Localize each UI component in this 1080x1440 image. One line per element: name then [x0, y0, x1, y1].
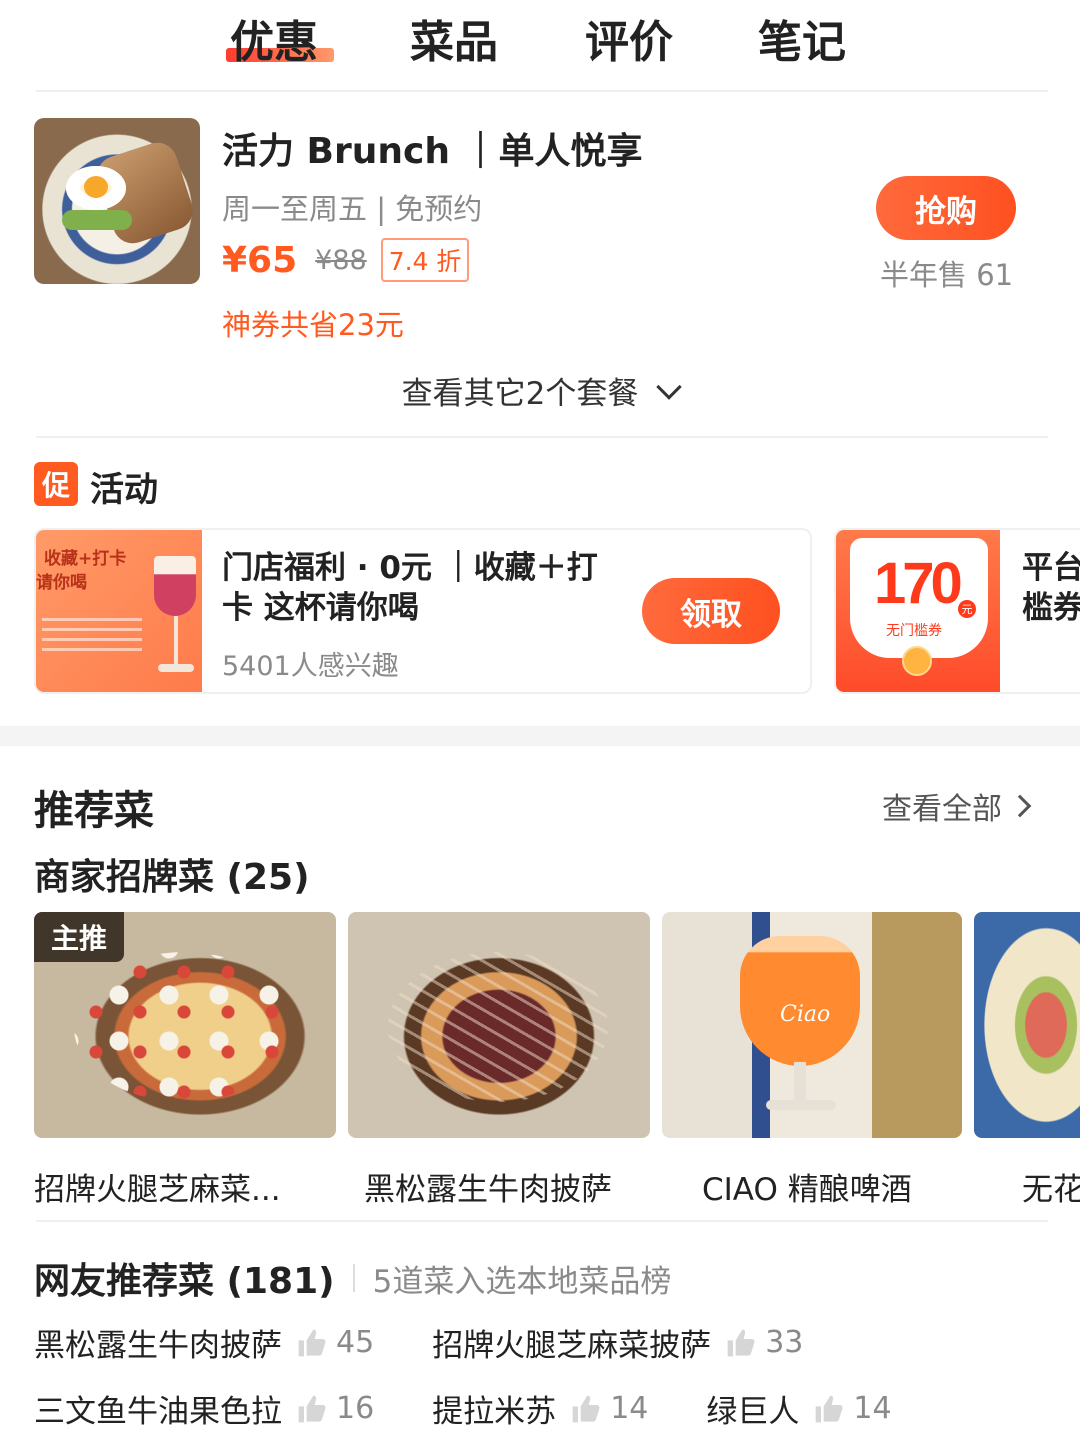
wine-glass-icon: [154, 556, 196, 616]
thumb-text: 收藏+打卡: [44, 549, 127, 569]
chevron-right-icon: [1008, 794, 1032, 818]
thumbs-up-icon: [296, 1327, 328, 1359]
dish-image[interactable]: [974, 912, 1080, 1138]
divider: [36, 436, 1048, 438]
discount-badge: 7.4 折: [380, 238, 470, 282]
liked-dish[interactable]: 招牌火腿芝麻菜披萨 33: [432, 1320, 803, 1365]
dish-image[interactable]: [348, 912, 650, 1138]
price-row: ¥65 ¥88 7.4 折: [222, 238, 470, 282]
coupon-amount: 170: [874, 551, 963, 616]
activity-section-title: 活动: [90, 470, 158, 510]
thumbs-up-icon: [725, 1327, 757, 1359]
mascot-icon: [902, 646, 932, 676]
more-packages-link[interactable]: 查看其它2个套餐: [0, 368, 1080, 413]
price-now: ¥65: [222, 239, 298, 281]
claim-button[interactable]: 领取: [642, 578, 780, 644]
buy-button[interactable]: 抢购: [876, 176, 1016, 240]
netizen-subtitle: 5道菜入选本地菜品榜: [372, 1263, 672, 1300]
deal-title[interactable]: 活力 Brunch ｜单人悦享: [222, 122, 643, 174]
thumbs-up-icon: [570, 1393, 602, 1425]
liked-dish[interactable]: 绿巨人 14: [706, 1386, 891, 1431]
sold-count: 半年售 61: [880, 258, 1014, 292]
dish-name[interactable]: 黑松露生牛肉披萨: [364, 1164, 654, 1209]
coupon-label: 无门槛券: [886, 623, 942, 639]
divider: [36, 1220, 1048, 1222]
recommended-title: 推荐菜: [34, 788, 154, 834]
featured-tag: 主推: [34, 912, 124, 962]
deal-image[interactable]: [34, 118, 200, 284]
signature-dishes-title: 商家招牌菜 (25): [34, 857, 310, 898]
liked-dish-row: 三文鱼牛油果色拉 16 提拉米苏 14 绿巨人 14: [34, 1386, 950, 1431]
savings-text: 神券共省23元: [222, 308, 404, 342]
liked-dish[interactable]: 黑松露生牛肉披萨 45: [34, 1320, 374, 1365]
view-all-link[interactable]: 查看全部: [882, 784, 1032, 828]
activity-card[interactable]: 收藏+打卡 请你喝 门店福利 · 0元 ｜收藏＋打卡 这杯请你喝 5401人感兴…: [34, 528, 812, 694]
tab-bar: 优惠 菜品 评价 笔记: [0, 0, 1080, 90]
tab-dishes[interactable]: 菜品: [410, 6, 498, 70]
chevron-down-icon: [656, 373, 683, 400]
liked-dish[interactable]: 提拉米苏 14: [432, 1386, 648, 1431]
tab-notes[interactable]: 笔记: [758, 6, 846, 70]
dish-name[interactable]: CIAO 精酿啤酒: [702, 1164, 962, 1209]
coupon-thumbnail: 170 元 无门槛券: [836, 530, 1000, 692]
tab-offers[interactable]: 优惠: [230, 6, 318, 70]
activity-card[interactable]: 170 元 无门槛券 平台 槛券: [834, 528, 1080, 694]
interest-count: 5401人感兴趣: [222, 651, 399, 682]
activity-title: 门店福利 · 0元 ｜收藏＋打卡 这杯请你喝: [222, 550, 598, 626]
beer-glass-icon: [740, 936, 860, 1066]
price-original: ¥88: [315, 244, 367, 276]
tab-reviews[interactable]: 评价: [585, 6, 673, 70]
section-separator: [0, 726, 1080, 746]
thumb-text: 请你喝: [36, 573, 87, 593]
more-packages-label: 查看其它2个套餐: [401, 376, 639, 412]
netizen-title: 网友推荐菜 (181): [34, 1261, 335, 1302]
activity-thumbnail: 收藏+打卡 请你喝: [36, 530, 202, 692]
liked-dish-row: 黑松露生牛肉披萨 45 招牌火腿芝麻菜披萨 33: [34, 1320, 861, 1365]
liked-dish[interactable]: 三文鱼牛油果色拉 16: [34, 1386, 374, 1431]
thumbs-up-icon: [296, 1393, 328, 1425]
promo-icon: 促: [34, 462, 78, 506]
divider: [36, 90, 1048, 92]
netizen-header: 网友推荐菜 (181) 5道菜入选本地菜品榜: [34, 1252, 671, 1304]
activity-title: 平台 槛券: [1022, 550, 1080, 626]
coupon-unit: 元: [958, 600, 976, 618]
glass-logo: Ciao: [780, 1002, 831, 1027]
dish-name[interactable]: 无花: [1022, 1164, 1080, 1209]
deal-subtitle: 周一至周五 | 免预约: [222, 192, 483, 226]
thumbs-up-icon: [813, 1393, 845, 1425]
dish-name[interactable]: 招牌火腿芝麻菜...: [34, 1164, 334, 1209]
dish-image[interactable]: Ciao: [662, 912, 962, 1138]
